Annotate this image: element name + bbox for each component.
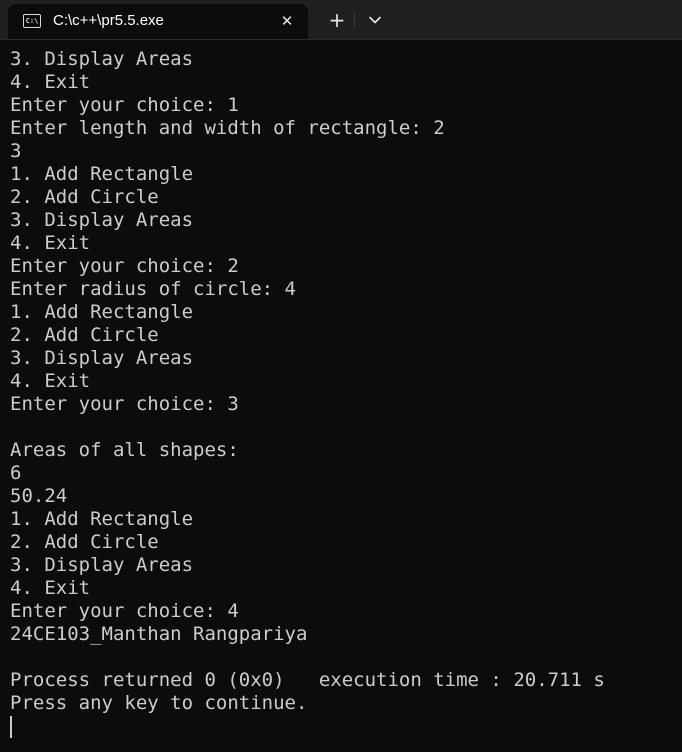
close-tab-button[interactable]: ✕ (275, 9, 299, 33)
tab-divider (354, 12, 355, 28)
console-line: Press any key to continue. (10, 692, 308, 714)
console-line: 3. Display Areas (10, 554, 194, 576)
console-line: 4. Exit (10, 577, 91, 599)
console-line: 1. Add Rectangle (10, 508, 194, 530)
console-line: 4. Exit (10, 71, 91, 93)
tab-dropdown-button[interactable] (361, 6, 389, 34)
console-line: Enter your choice: 1 (10, 94, 239, 116)
console-line: Process returned 0 (0x0) execution time … (10, 669, 605, 691)
console-line: 4. Exit (10, 232, 91, 254)
console-line: 50.24 (10, 485, 68, 507)
console-line: 3 (10, 140, 22, 162)
console-line: 4. Exit (10, 370, 91, 392)
terminal-icon: C:\ (23, 14, 41, 28)
console-line: Enter radius of circle: 4 (10, 278, 296, 300)
console-line: Enter your choice: 4 (10, 600, 239, 622)
console-line: 3. Display Areas (10, 347, 194, 369)
console-line: 2. Add Circle (10, 531, 159, 553)
console-line: Enter your choice: 2 (10, 255, 239, 277)
console-output: 3. Display Areas 4. Exit Enter your choi… (10, 48, 675, 715)
console-line: 1. Add Rectangle (10, 301, 194, 323)
terminal-tab[interactable]: C:\ C:\c++\pr5.5.exe ✕ (8, 4, 308, 39)
title-bar: C:\ C:\c++\pr5.5.exe ✕ + (0, 0, 682, 40)
tab-title: C:\c++\pr5.5.exe (53, 12, 164, 29)
console-line: Enter your choice: 3 (10, 393, 239, 415)
console-line: 3. Display Areas (10, 209, 194, 231)
console-line: 1. Add Rectangle (10, 163, 194, 185)
console-line: 24CE103_Manthan Rangpariya (10, 623, 308, 645)
console-line: Enter length and width of rectangle: 2 (10, 117, 445, 139)
console-line: 3. Display Areas (10, 48, 194, 70)
chevron-down-icon (369, 16, 381, 24)
text-cursor (10, 716, 12, 738)
new-tab-button[interactable]: + (322, 6, 352, 34)
console-line: 2. Add Circle (10, 186, 159, 208)
console-line: 6 (10, 462, 22, 484)
console-line: Areas of all shapes: (10, 439, 239, 461)
console-line: 2. Add Circle (10, 324, 159, 346)
